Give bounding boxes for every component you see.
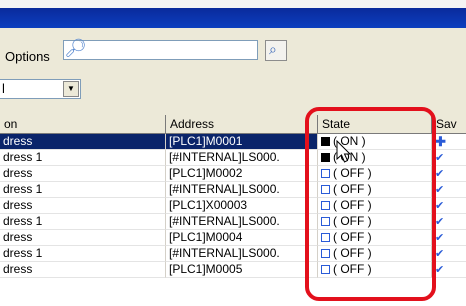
row-address-cell[interactable]: [PLC1]M0004 [166,230,318,246]
row-address-cell[interactable]: [PLC1]M0005 [166,262,318,278]
row-address-cell[interactable]: [#INTERNAL]LS000. [166,214,318,230]
checkmark-icon: ✔ [435,248,445,260]
row-state-cell[interactable]: ( OFF ) [318,246,432,262]
row-name-text: dress [3,166,33,180]
row-save-cell[interactable]: ✔ [432,166,466,182]
state-checkbox[interactable] [321,201,330,211]
row-address-text: [#INTERNAL]LS000. [169,214,280,228]
state-checkbox[interactable] [321,249,330,259]
row-name-text: dress 1 [3,214,43,228]
checkmark-icon: ✔ [435,232,445,244]
checkmark-icon: ✔ [435,184,445,196]
state-checkbox[interactable] [321,185,330,195]
row-address-cell[interactable]: [#INTERNAL]LS000. [166,182,318,198]
column-header-save[interactable]: Sav [432,115,466,134]
state-text: ( OFF ) [333,246,372,260]
plus-icon: ✚ [435,134,446,149]
row-address-text: [#INTERNAL]LS000. [169,246,280,260]
row-name-cell[interactable]: dress 1 [0,246,166,262]
row-state-cell[interactable]: ( OFF ) [318,198,432,214]
state-text: ( OFF ) [333,166,372,180]
state-text: ( OFF ) [333,230,372,244]
checkmark-icon: ✔ [435,168,445,180]
row-name-text: dress [3,198,33,212]
checkmark-icon: ✔ [435,264,445,276]
row-save-cell[interactable]: ✚ [432,134,466,150]
state-checkbox[interactable] [321,233,330,243]
row-state-cell[interactable]: ( OFF ) [318,166,432,182]
row-address-cell[interactable]: [#INTERNAL]LS000. [166,150,318,166]
search-input[interactable]: 🔎︎ [63,38,258,60]
row-name-cell[interactable]: dress [0,230,166,246]
column-header-state[interactable]: State [318,115,432,134]
row-state-cell[interactable]: ( OFF ) [318,262,432,278]
filter-select[interactable]: l ▼ [0,79,81,99]
row-name-cell[interactable]: dress [0,198,166,214]
state-text: ( OFF ) [333,182,372,196]
state-checkbox[interactable] [321,153,330,163]
row-name-text: dress [3,230,33,244]
search-icon: 🔎︎ [64,38,87,58]
state-checkbox[interactable] [321,169,330,179]
row-name-cell[interactable]: dress 1 [0,182,166,198]
row-name-cell[interactable]: dress 1 [0,150,166,166]
row-address-text: [PLC1]M0002 [169,166,243,180]
checkmark-icon: ✔ [435,216,445,228]
column-header-address[interactable]: Address [166,115,318,134]
row-name-text: dress 1 [3,182,43,196]
row-name-cell[interactable]: dress 1 [0,214,166,230]
row-save-cell[interactable]: ✔ [432,182,466,198]
row-address-cell[interactable]: [PLC1]M0001 [166,134,318,150]
row-state-cell[interactable]: ( OFF ) [318,214,432,230]
row-address-text: [PLC1]M0001 [169,134,243,148]
row-save-cell[interactable]: ✔ [432,262,466,278]
state-text: ( OFF ) [333,262,372,276]
mouse-cursor-icon [336,140,352,163]
column-header-name[interactable]: on [0,115,166,134]
state-checkbox[interactable] [321,265,330,275]
row-name-text: dress [3,134,33,148]
search-button[interactable]: ⌕ [265,40,287,61]
row-address-cell[interactable]: [PLC1]X00003 [166,198,318,214]
checkmark-icon: ✔ [435,200,445,212]
row-state-cell[interactable]: ( OFF ) [318,230,432,246]
options-label: Options [5,49,50,64]
row-name-text: dress 1 [3,150,43,164]
row-address-cell[interactable]: [PLC1]M0002 [166,166,318,182]
state-checkbox[interactable] [321,217,330,227]
row-save-cell[interactable]: ✔ [432,246,466,262]
checkmark-icon: ✔ [435,152,445,164]
row-address-text: [#INTERNAL]LS000. [169,182,280,196]
filter-select-value: l [2,81,5,96]
row-save-cell[interactable]: ✔ [432,214,466,230]
row-name-cell[interactable]: dress [0,166,166,182]
window-titlebar [0,0,466,28]
row-save-cell[interactable]: ✔ [432,198,466,214]
data-grid: on Address State Sav dress [PLC1]M0001 ( O… [0,115,466,306]
row-address-cell[interactable]: [#INTERNAL]LS000. [166,246,318,262]
row-address-text: [PLC1]M0005 [169,262,243,276]
state-checkbox[interactable] [321,137,330,147]
row-name-text: dress 1 [3,246,43,260]
state-text: ( OFF ) [333,214,372,228]
row-save-cell[interactable]: ✔ [432,230,466,246]
row-name-cell[interactable]: dress [0,134,166,150]
chevron-down-icon[interactable]: ▼ [63,81,79,97]
row-address-text: [PLC1]X00003 [169,198,248,212]
row-state-cell[interactable]: ( OFF ) [318,182,432,198]
row-address-text: [PLC1]M0004 [169,230,243,244]
row-name-cell[interactable]: dress [0,262,166,278]
magnifier-icon: ⌕ [269,41,277,57]
row-name-text: dress [3,262,33,276]
row-address-text: [#INTERNAL]LS000. [169,150,280,164]
state-text: ( OFF ) [333,198,372,212]
row-save-cell[interactable]: ✔ [432,150,466,166]
